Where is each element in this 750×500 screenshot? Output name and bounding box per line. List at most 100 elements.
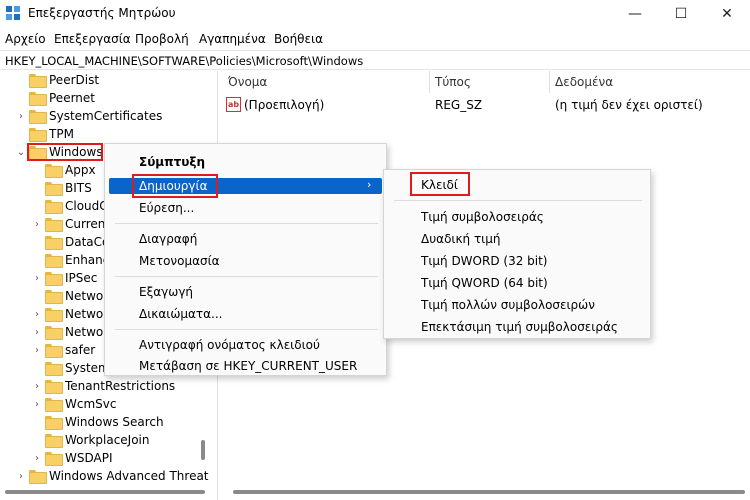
tree-item-cloudcontent[interactable]: CloudC: [45, 197, 108, 215]
submenu-qword-value[interactable]: Τιμή QWORD (64 bit): [421, 276, 548, 290]
chevron-right-icon[interactable]: ›: [32, 305, 42, 323]
tree-item-ipsec[interactable]: IPSec: [45, 269, 97, 287]
tree-item-wsdapi[interactable]: WSDAPI: [45, 449, 113, 467]
folder-icon: [45, 344, 63, 358]
tree-item-currentversion[interactable]: Curren: [45, 215, 105, 233]
folder-icon: [45, 182, 63, 196]
folder-icon: [29, 74, 47, 88]
column-name[interactable]: Όνομα: [228, 75, 267, 89]
folder-icon: [45, 254, 63, 268]
folder-icon: [29, 110, 47, 124]
address-bar[interactable]: HKEY_LOCAL_MACHINE\SOFTWARE\Policies\Mic…: [0, 50, 750, 70]
close-button[interactable]: ✕: [704, 0, 750, 28]
menu-collapse[interactable]: Σύμπτυξη: [139, 155, 205, 169]
chevron-right-icon[interactable]: ›: [16, 467, 26, 485]
folder-icon: [45, 164, 63, 178]
folder-icon: [45, 308, 63, 322]
tree-item-tpm[interactable]: TPM: [29, 125, 74, 143]
submenu-expandable-string-value[interactable]: Επεκτάσιμη τιμή συμβολοσειράς: [421, 320, 618, 334]
value-data: (η τιμή δεν έχει οριστεί): [555, 98, 703, 112]
tree-item-enhanced[interactable]: Enhanc: [45, 251, 109, 269]
folder-icon: [45, 416, 63, 430]
tree-item-network-1[interactable]: Netwo: [45, 287, 103, 305]
menu-favorites[interactable]: Αγαπημένα: [199, 32, 266, 46]
tree-item-system[interactable]: System: [45, 359, 110, 377]
folder-icon: [45, 398, 63, 412]
column-separator[interactable]: [429, 71, 430, 93]
chevron-right-icon[interactable]: ›: [32, 449, 42, 467]
chevron-right-icon[interactable]: ›: [32, 377, 42, 395]
menu-permissions[interactable]: Δικαιώματα...: [139, 307, 222, 321]
folder-icon: [45, 434, 63, 448]
column-separator[interactable]: [549, 71, 550, 93]
chevron-right-icon[interactable]: ›: [16, 107, 26, 125]
submenu-dword-value[interactable]: Τιμή DWORD (32 bit): [421, 254, 548, 268]
string-value-icon: ab: [226, 97, 241, 112]
folder-icon: [29, 470, 47, 484]
menu-separator: [115, 329, 378, 330]
chevron-right-icon[interactable]: ›: [32, 323, 42, 341]
column-type[interactable]: Τύπος: [435, 75, 471, 89]
menu-file[interactable]: Αρχείο: [5, 32, 46, 46]
folder-icon: [45, 380, 63, 394]
folder-icon: [45, 290, 63, 304]
window-title: Επεξεργαστής Μητρώου: [28, 6, 176, 20]
tree-item-windows-search[interactable]: Windows Search: [45, 413, 164, 431]
annotation-box-new: [132, 174, 218, 198]
folder-icon: [45, 326, 63, 340]
menu-find[interactable]: Εύρεση...: [139, 201, 194, 215]
tree-item-datacollection[interactable]: DataCo: [45, 233, 109, 251]
tree-item-bits[interactable]: BITS: [45, 179, 92, 197]
tree-item-systemcertificates[interactable]: SystemCertificates: [29, 107, 162, 125]
menu-separator: [115, 276, 378, 277]
submenu-multi-string-value[interactable]: Τιμή πολλών συμβολοσειρών: [421, 298, 595, 312]
folder-icon: [45, 236, 63, 250]
selected-key-highlight: [27, 143, 103, 161]
menu-separator: [115, 223, 378, 224]
tree-item-windows-advanced-threat[interactable]: Windows Advanced Threat P: [29, 467, 211, 485]
tree-item-peerdist[interactable]: PeerDist: [29, 71, 99, 89]
tree-item-wcmsvc[interactable]: WcmSvc: [45, 395, 116, 413]
annotation-box-key: [410, 172, 470, 196]
submenu-binary-value[interactable]: Δυαδική τιμή: [421, 232, 500, 246]
menu-export[interactable]: Εξαγωγή: [139, 285, 193, 299]
folder-icon: [45, 218, 63, 232]
minimize-button[interactable]: —: [612, 0, 658, 28]
folder-icon: [45, 272, 63, 286]
chevron-right-icon[interactable]: ›: [32, 269, 42, 287]
address-path: HKEY_LOCAL_MACHINE\SOFTWARE\Policies\Mic…: [5, 54, 364, 68]
tree-item-workplacejoin[interactable]: WorkplaceJoin: [45, 431, 150, 449]
tree-vertical-scrollbar[interactable]: [201, 440, 205, 460]
menu-rename[interactable]: Μετονομασία: [139, 254, 220, 268]
chevron-down-icon[interactable]: ⌄: [16, 143, 26, 161]
value-type: REG_SZ: [435, 98, 483, 112]
folder-icon: [29, 128, 47, 142]
menu-delete[interactable]: Διαγραφή: [139, 232, 197, 246]
folder-icon: [45, 362, 63, 376]
menu-goto-hkcu[interactable]: Μετάβαση σε HKEY_CURRENT_USER: [139, 359, 357, 373]
regedit-icon: [6, 6, 21, 21]
value-name[interactable]: (Προεπιλογή): [244, 98, 324, 112]
tree-item-appx[interactable]: Appx: [45, 161, 96, 179]
menu-separator: [394, 200, 642, 201]
chevron-right-icon[interactable]: ›: [32, 341, 42, 359]
list-horizontal-scrollbar[interactable]: [233, 490, 745, 494]
submenu-arrow-icon: ›: [367, 178, 372, 191]
menu-view[interactable]: Προβολή: [135, 32, 189, 46]
chevron-right-icon[interactable]: ›: [32, 395, 42, 413]
submenu-string-value[interactable]: Τιμή συμβολοσειράς: [421, 210, 544, 224]
menu-copy-key-name[interactable]: Αντιγραφή ονόματος κλειδιού: [139, 338, 320, 352]
tree-item-safer[interactable]: safer: [45, 341, 95, 359]
column-data[interactable]: Δεδομένα: [555, 75, 613, 89]
folder-icon: [45, 200, 63, 214]
tree-horizontal-scrollbar[interactable]: [5, 490, 205, 494]
tree-item-tenantrestrictions[interactable]: TenantRestrictions: [45, 377, 175, 395]
tree-item-peernet[interactable]: Peernet: [29, 89, 95, 107]
maximize-button[interactable]: ☐: [658, 0, 704, 28]
folder-icon: [45, 452, 63, 466]
tree-item-network-2[interactable]: Netwo: [45, 305, 103, 323]
tree-item-network-3[interactable]: Netwo: [45, 323, 103, 341]
chevron-right-icon[interactable]: ›: [32, 215, 42, 233]
menu-help[interactable]: Βοήθεια: [274, 32, 323, 46]
menu-edit[interactable]: Επεξεργασία: [54, 32, 131, 46]
